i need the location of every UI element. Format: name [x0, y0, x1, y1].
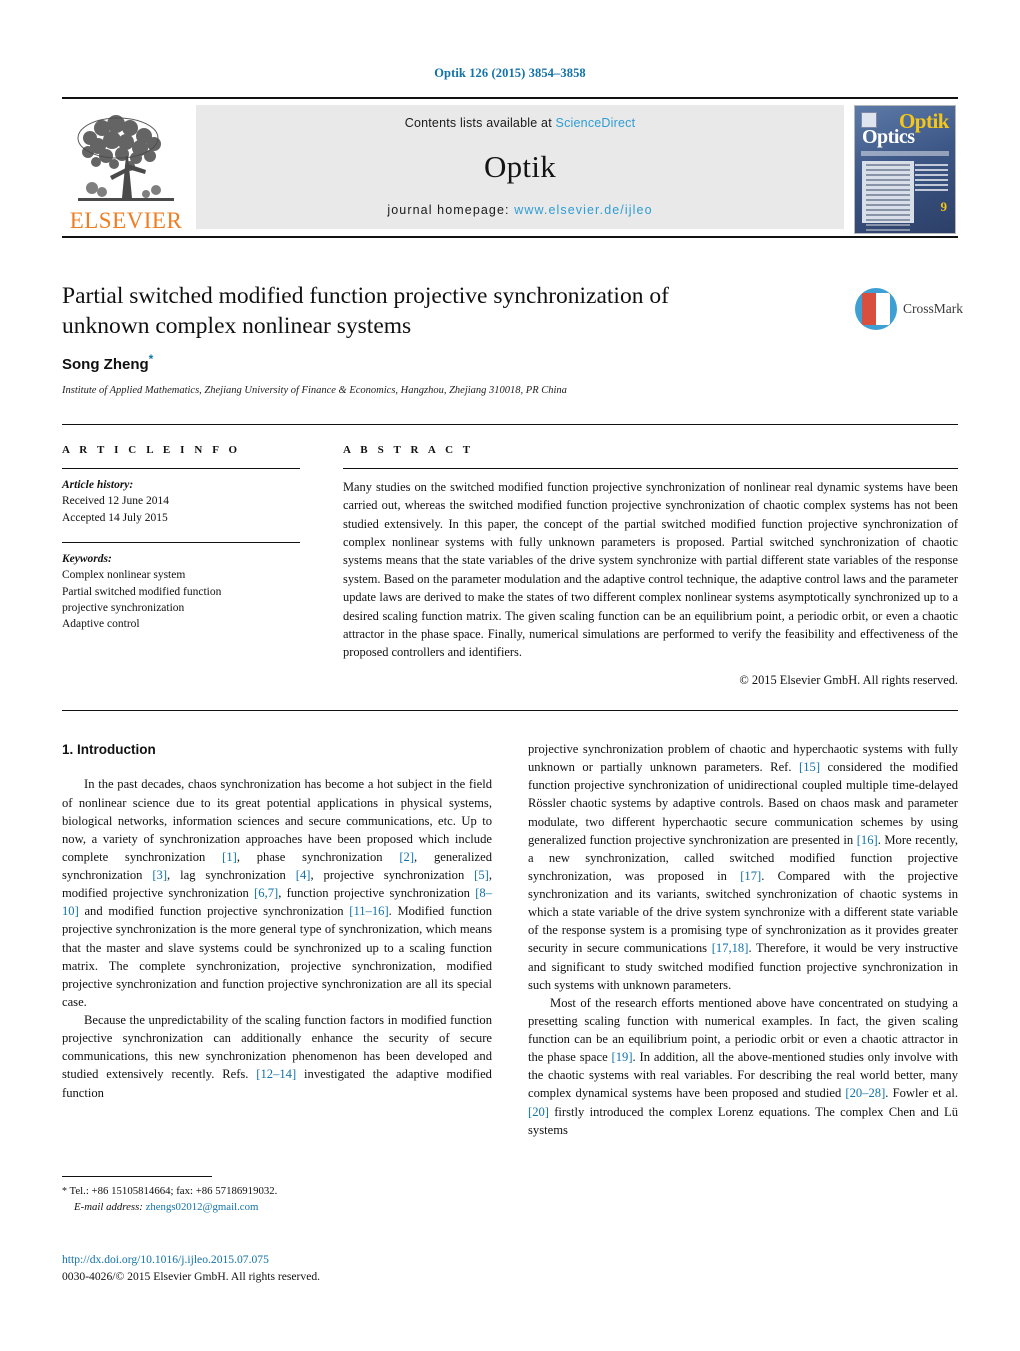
- paper-first-page: Optik 126 (2015) 3854–3858 ELSEVIER Cont…: [0, 0, 1020, 1351]
- journal-banner: Contents lists available at ScienceDirec…: [196, 105, 844, 229]
- text-run: . Modified function projective synchroni…: [62, 904, 492, 1009]
- journal-homepage-line: journal homepage: www.elsevier.de/ijleo: [387, 203, 652, 217]
- footnote-block: * Tel.: +86 15105814664; fax: +86 571869…: [62, 1184, 492, 1215]
- text-run: . Fowler et al.: [885, 1086, 958, 1101]
- article-info-column: A R T I C L E I N F O Article history: R…: [62, 444, 300, 633]
- abstract-heading: A B S T R A C T: [343, 444, 474, 456]
- paragraph: Most of the research efforts mentioned a…: [528, 994, 958, 1139]
- citation-ref[interactable]: [20–28]: [845, 1086, 885, 1100]
- citation-ref[interactable]: [1]: [222, 850, 237, 864]
- paragraph: Because the unpredictability of the scal…: [62, 1011, 492, 1102]
- doi-link[interactable]: http://dx.doi.org/10.1016/j.ijleo.2015.0…: [62, 1252, 562, 1269]
- journal-cover-thumbnail: Optik Optics 9: [852, 105, 958, 234]
- journal-title: Optik: [483, 149, 557, 184]
- keyword-item: Adaptive control: [62, 618, 140, 631]
- masthead-bottom-rule: [62, 236, 958, 238]
- abstract-copyright: © 2015 Elsevier GmbH. All rights reserve…: [739, 672, 958, 687]
- crossmark-label: CrossMark: [903, 301, 963, 316]
- citation-ref[interactable]: [15]: [799, 760, 820, 774]
- citation-ref[interactable]: [3]: [152, 868, 167, 882]
- crossmark-icon: [855, 288, 897, 330]
- citation-ref[interactable]: [5]: [474, 868, 489, 882]
- cover-side-text: [915, 161, 948, 194]
- paragraph: projective synchronization problem of ch…: [528, 740, 958, 994]
- article-info-heading: A R T I C L E I N F O: [62, 444, 241, 456]
- cover-issue-number: 9: [940, 199, 948, 214]
- issn-copyright-line: 0030-4026/© 2015 Elsevier GmbH. All righ…: [62, 1269, 321, 1283]
- citation-ref[interactable]: [17]: [740, 869, 761, 883]
- abstract-column: A B S T R A C T Many studies on the swit…: [343, 444, 958, 688]
- page-title: Partial switched modified function proje…: [62, 283, 669, 339]
- sciencedirect-link[interactable]: ScienceDirect: [556, 116, 636, 130]
- citation-ref[interactable]: [19]: [612, 1050, 633, 1064]
- text-run: , phase synchronization: [236, 849, 400, 864]
- article-info-rule: [62, 468, 300, 469]
- section-heading-introduction: 1. Introduction: [62, 742, 156, 757]
- elsevier-tree-icon: [70, 112, 182, 208]
- keywords-label: Keywords:: [62, 552, 112, 565]
- keywords-block: Keywords: Complex nonlinear system Parti…: [62, 551, 300, 633]
- citation-ref[interactable]: [4]: [296, 868, 311, 882]
- keyword-item: projective synchronization: [62, 601, 185, 614]
- footnote-tel-fax: Tel.: +86 15105814664; fax: +86 57186919…: [69, 1185, 278, 1197]
- citation-ref[interactable]: [12–14]: [256, 1067, 296, 1081]
- email-label: E-mail address:: [74, 1200, 143, 1213]
- text-run: and modified function projective synchro…: [78, 904, 350, 919]
- crossmark-badge[interactable]: CrossMark: [855, 283, 963, 335]
- citation-ref[interactable]: [11–16]: [349, 904, 388, 918]
- info-band-bottom-rule: [62, 710, 958, 711]
- citation-ref[interactable]: [2]: [399, 850, 414, 864]
- cover-rule: [861, 151, 949, 156]
- affiliation: Institute of Applied Mathematics, Zhejia…: [62, 385, 567, 396]
- accepted-date: Accepted 14 July 2015: [62, 511, 168, 524]
- elsevier-wordmark: ELSEVIER: [69, 208, 183, 233]
- contents-available-line: Contents lists available at ScienceDirec…: [405, 116, 636, 130]
- cover-title-bottom: Optics: [862, 126, 915, 148]
- cover-image: Optik Optics 9: [854, 105, 956, 234]
- keyword-item: Partial switched modified function: [62, 585, 222, 598]
- cover-contents-panel: [862, 161, 914, 231]
- text-run: , function projective synchronization: [278, 886, 476, 901]
- citation-ref[interactable]: [20]: [528, 1105, 549, 1119]
- journal-masthead: ELSEVIER Contents lists available at Sci…: [62, 97, 958, 234]
- abstract-text: Many studies on the switched modified fu…: [343, 480, 958, 660]
- citation-ref[interactable]: [16]: [857, 833, 878, 847]
- text-run: , projective synchronization: [310, 868, 475, 883]
- homepage-label: journal homepage:: [387, 203, 510, 217]
- author-label: Song Zheng: [62, 356, 149, 373]
- footnote-marker: *: [62, 1186, 67, 1197]
- citation-ref[interactable]: [6,7]: [254, 886, 278, 900]
- article-history-block: Article history: Received 12 June 2014 A…: [62, 477, 300, 526]
- info-band-top-rule: [62, 424, 958, 425]
- keyword-item: Complex nonlinear system: [62, 569, 186, 582]
- doi-block: http://dx.doi.org/10.1016/j.ijleo.2015.0…: [62, 1252, 562, 1286]
- contents-prefix: Contents lists available at: [404, 116, 556, 130]
- body-column-left: 1. Introduction In the past decades, cha…: [62, 740, 492, 1102]
- text-run: firstly introduced the complex Lorenz eq…: [528, 1104, 958, 1137]
- author-footnote-marker[interactable]: *: [149, 352, 154, 366]
- homepage-url-link[interactable]: www.elsevier.de/ijleo: [514, 203, 652, 217]
- email-link[interactable]: zhengs02012@gmail.com: [146, 1201, 259, 1213]
- citation-ref[interactable]: [17,18]: [712, 941, 749, 955]
- received-date: Received 12 June 2014: [62, 495, 169, 508]
- elsevier-logo: ELSEVIER: [62, 105, 190, 234]
- paragraph: In the past decades, chaos synchronizati…: [62, 775, 492, 1011]
- text-run: , lag synchronization: [167, 868, 296, 883]
- keywords-rule: [62, 541, 300, 543]
- abstract-rule: [343, 468, 958, 469]
- author-name: Song Zheng*: [62, 352, 153, 373]
- footnote-separator: [62, 1176, 212, 1177]
- article-history-label: Article history:: [62, 479, 134, 491]
- running-head: Optik 126 (2015) 3854–3858: [434, 66, 586, 80]
- body-column-right: projective synchronization problem of ch…: [528, 740, 958, 1139]
